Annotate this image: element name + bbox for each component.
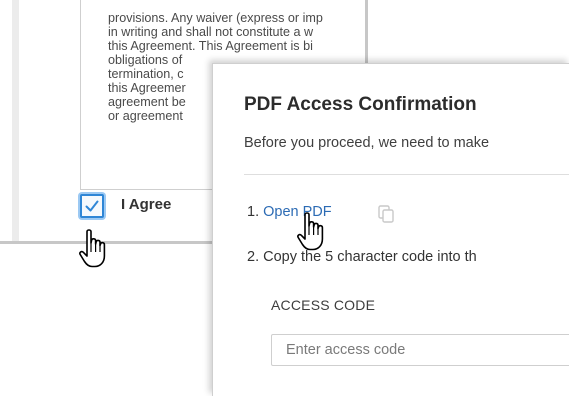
agreement-side-bar [12, 0, 19, 241]
dialog-subtitle: Before you proceed, we need to make [244, 135, 490, 151]
step-1: 1. Open PDF [247, 204, 332, 220]
agree-checkbox[interactable] [80, 194, 104, 218]
copy-icon[interactable] [377, 204, 397, 224]
access-code-input[interactable] [271, 334, 569, 366]
agree-label[interactable]: I Agree [121, 196, 171, 213]
agreement-line: provisions. Any waiver (express or imp [108, 11, 323, 25]
agreement-line: this Agreement. This Agreement is bi [108, 39, 313, 53]
step-1-number: 1. [247, 204, 264, 220]
pdf-access-dialog: PDF Access Confirmation Before you proce… [212, 63, 569, 396]
step-2: 2. Copy the 5 character code into th [247, 249, 477, 265]
checkmark-icon [85, 200, 99, 212]
divider [244, 174, 569, 175]
dialog-title: PDF Access Confirmation [244, 94, 477, 115]
agreement-line: in writing and shall not constitute a w [108, 25, 314, 39]
open-pdf-link[interactable]: Open PDF [263, 204, 332, 220]
access-code-label: ACCESS CODE [271, 297, 376, 313]
